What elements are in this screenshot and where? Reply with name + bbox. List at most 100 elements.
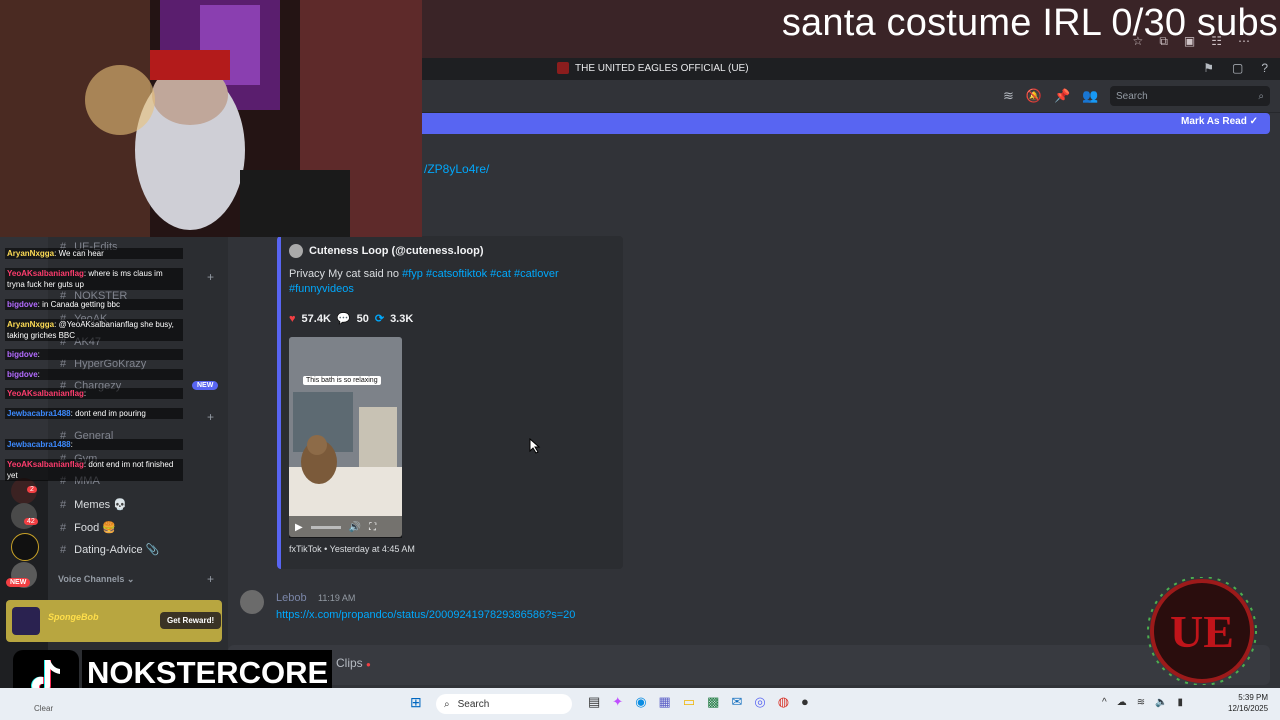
flag-icon[interactable]: ⚑ (1203, 61, 1214, 75)
embed-author-name: Cuteness Loop (@cuteness.loop) (309, 245, 484, 257)
battery-icon[interactable]: ▮ (1178, 697, 1184, 708)
hashtag[interactable]: #catsoftiktok (426, 268, 487, 280)
ue-emblem-icon: UE (1147, 576, 1257, 686)
embed-footer: fxTikTok • Yesterday at 4:45 AM (289, 544, 415, 554)
add-channel-icon[interactable]: + (207, 270, 214, 284)
server-icon[interactable] (11, 503, 37, 529)
voice-channels-header[interactable]: Voice Channels ⌄ (58, 574, 134, 585)
stream-chat-line: AryanNxgga: @YeoAKsalbanianflag she busy… (5, 319, 183, 341)
embed-description-text: Privacy My cat said no (289, 268, 403, 280)
video-controls[interactable]: ▶ 🔊 ⛶ (289, 516, 402, 538)
pin-icon[interactable]: 📌 (1054, 88, 1070, 104)
channel-name: Memes (74, 499, 111, 511)
threads-icon[interactable]: ≋ (1003, 88, 1014, 104)
channel-food[interactable]: # Food 🍔 (60, 521, 116, 534)
stream-title-overlay: santa costume IRL 0/30 subs (781, 2, 1278, 44)
hashtag[interactable]: #funnyvideos (289, 283, 354, 295)
member-list-icon[interactable]: 👥 (1082, 88, 1098, 104)
popout-icon[interactable]: ▢ (1232, 61, 1243, 75)
ue-logo: UE (1140, 576, 1264, 686)
skull-icon: 💀 (113, 499, 127, 511)
chat-text: dont end im pouring (75, 409, 146, 418)
notifications-muted-icon[interactable]: 🔕 (1026, 88, 1042, 104)
chrome-icon[interactable]: ◍ (778, 694, 789, 710)
get-reward-button[interactable]: Get Reward! (160, 612, 222, 629)
message-timestamp: 11:19 AM (318, 593, 356, 603)
clock-date: 12/16/2025 (1228, 704, 1269, 713)
mark-as-read-button[interactable]: Mark As Read ✓ (1181, 116, 1258, 127)
task-view-icon[interactable]: ▤ (588, 694, 600, 710)
clock-time: 5:39 PM (1238, 693, 1269, 702)
chat-user: Jewbacabra1488 (7, 409, 71, 418)
mark-as-read-label: Mark As Read (1181, 116, 1247, 127)
server-icon[interactable] (11, 533, 39, 561)
stream-chat-line: bigdove: (5, 349, 183, 360)
new-messages-bar[interactable] (420, 113, 1270, 134)
file-explorer-icon[interactable]: ▭ (683, 694, 695, 710)
clips-emoji-icon: ● (366, 660, 371, 669)
taskbar-search[interactable]: ⌕ Search (436, 694, 572, 714)
embed-description: Privacy My cat said no #fyp #catsoftikto… (289, 267, 609, 297)
stream-chat-line: YeoAKsalbanianflag: dont end im not fini… (5, 459, 183, 481)
channel-dating-advice[interactable]: # Dating-Advice 📎 (60, 543, 159, 556)
server-title: THE UNITED EAGLES OFFICIAL (UE) (557, 62, 749, 74)
hashtag[interactable]: #cat (490, 268, 511, 280)
server-mini-icon (557, 62, 569, 74)
stream-chat-line: bigdove: in Canada getting bbc (5, 299, 183, 310)
message-link-fragment[interactable]: /ZP8yLo4re/ (424, 162, 489, 176)
webcam-scene-illustration (0, 0, 422, 237)
video-frame-illustration (289, 337, 402, 537)
volume-icon[interactable]: 🔊 (349, 522, 361, 533)
message-avatar[interactable] (240, 590, 264, 614)
chat-user: YeoAKsalbanianflag (7, 389, 84, 398)
chevron-down-icon: ⌄ (126, 574, 135, 584)
message-author[interactable]: Lebob (276, 592, 307, 604)
volume-tray-icon[interactable]: 🔈 (1155, 697, 1167, 708)
cloud-icon[interactable]: ☁ (1117, 697, 1127, 708)
embed-video[interactable] (289, 337, 402, 537)
search-icon: ⌕ (444, 698, 450, 710)
chevron-up-icon[interactable]: ^ (1102, 697, 1107, 708)
edge-icon[interactable]: ◉ (635, 694, 646, 710)
progress-bar[interactable] (310, 525, 341, 529)
stream-chat-line: bigdove: (5, 369, 183, 380)
discord-taskbar-icon[interactable]: ◎ (754, 694, 765, 710)
taskbar-clock[interactable]: 5:39 PM 12/16/2025 (1228, 692, 1268, 714)
outlook-icon[interactable]: ✉ (731, 694, 742, 710)
help-icon[interactable]: ? (1261, 61, 1268, 75)
channel-memes[interactable]: # Memes 💀 (60, 498, 127, 511)
search-icon: ⌕ (1258, 90, 1264, 102)
taskbar-weather[interactable]: Clear (34, 704, 53, 713)
excel-icon[interactable]: ▩ (707, 694, 719, 710)
stream-chat-line: YeoAKsalbanianflag: (5, 388, 183, 399)
add-voice-channel-icon[interactable]: + (207, 572, 214, 586)
input-channel-name: Clips (336, 656, 363, 670)
teams-icon[interactable]: ▦ (659, 694, 671, 710)
chat-user: bigdove (7, 350, 38, 359)
stream-chat-line: AryanNxgga: We can hear (5, 248, 183, 259)
new-unread-pill[interactable]: NEW (192, 381, 219, 390)
share-icon: ⟳ (374, 313, 385, 325)
hashtag[interactable]: #catlover (514, 268, 559, 280)
chat-text: in Canada getting bbc (42, 300, 120, 309)
windows-start-icon[interactable]: ⊞ (410, 694, 422, 711)
hash-icon: # (60, 499, 67, 511)
obs-icon[interactable]: ● (801, 694, 809, 710)
channel-name: Dating-Advice (74, 544, 143, 556)
webcam-feed (0, 0, 422, 237)
copilot-icon[interactable]: ✦ (612, 694, 623, 710)
search-input[interactable]: Search ⌕ (1110, 86, 1270, 106)
message-link[interactable]: https://x.com/propandco/status/200092419… (276, 609, 575, 621)
taskbar-search-label: Search (457, 698, 490, 710)
embed-stats: ♥ 57.4K 💬 50 ⟳ 3.3K (289, 312, 413, 326)
fullscreen-icon[interactable]: ⛶ (369, 522, 376, 533)
add-channel-icon[interactable]: + (207, 410, 214, 424)
new-server-badge: NEW (6, 578, 31, 587)
embed-author[interactable]: Cuteness Loop (@cuteness.loop) (289, 244, 484, 258)
wifi-icon[interactable]: ≋ (1137, 697, 1145, 708)
play-icon[interactable]: ▶ (295, 522, 303, 533)
hashtag[interactable]: #fyp (402, 268, 423, 280)
message-input[interactable] (228, 645, 1270, 685)
chat-user: AryanNxgga (7, 249, 55, 258)
reward-game-icon (12, 607, 40, 635)
